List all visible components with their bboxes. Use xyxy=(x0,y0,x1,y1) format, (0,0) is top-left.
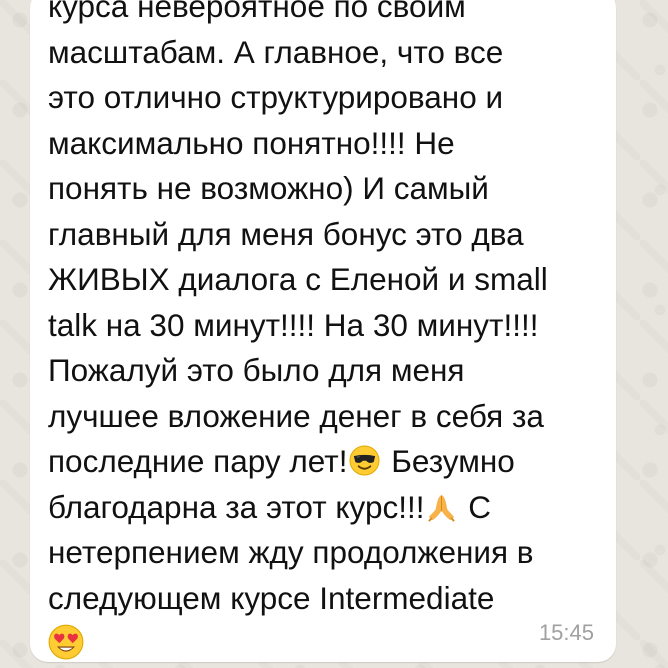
message-timestamp: 15:45 xyxy=(538,620,594,645)
message-line: понять не возможно) И самый xyxy=(48,170,489,206)
message-fragment: С xyxy=(459,488,491,525)
smiling-face-with-heart-eyes-icon xyxy=(48,624,84,660)
message-fragment: Безумно xyxy=(382,443,515,479)
message-line: нетерпением жду продолжения в xyxy=(48,534,534,570)
message-line: talk на 30 минут!!!! На 30 минут!!!! xyxy=(48,306,539,343)
message-line: главный для меня бонус это два xyxy=(48,215,524,252)
message-line: Пожалуй это было для меня xyxy=(48,352,465,388)
message-fragment: последние пару лет! xyxy=(48,443,348,479)
smiling-face-with-sunglasses-icon xyxy=(349,445,380,476)
message-line: лучшее вложение денег в себя за xyxy=(48,397,544,434)
message-line: масштабам. А главное, что все xyxy=(48,33,504,70)
message-fragment: благодарна за этот курс!!! xyxy=(48,488,425,525)
message-line xyxy=(48,621,603,667)
message-line: последние пару лет! Безумно xyxy=(48,439,603,485)
folded-hands-icon xyxy=(426,491,457,522)
message-line: благодарна за этот курс!!! С xyxy=(48,485,603,531)
message-line: курса невероятное по своим xyxy=(48,0,466,24)
message-text: курса невероятное по своим масштабам. А … xyxy=(48,0,603,667)
message-line: ЖИВЫХ диалога с Еленой и small xyxy=(48,261,548,297)
message-line: следующем курсе Intermediate xyxy=(48,579,495,616)
message-line: максимально понятно!!!! Не xyxy=(48,124,455,161)
message-line: это отлично структурировано и xyxy=(48,79,504,115)
